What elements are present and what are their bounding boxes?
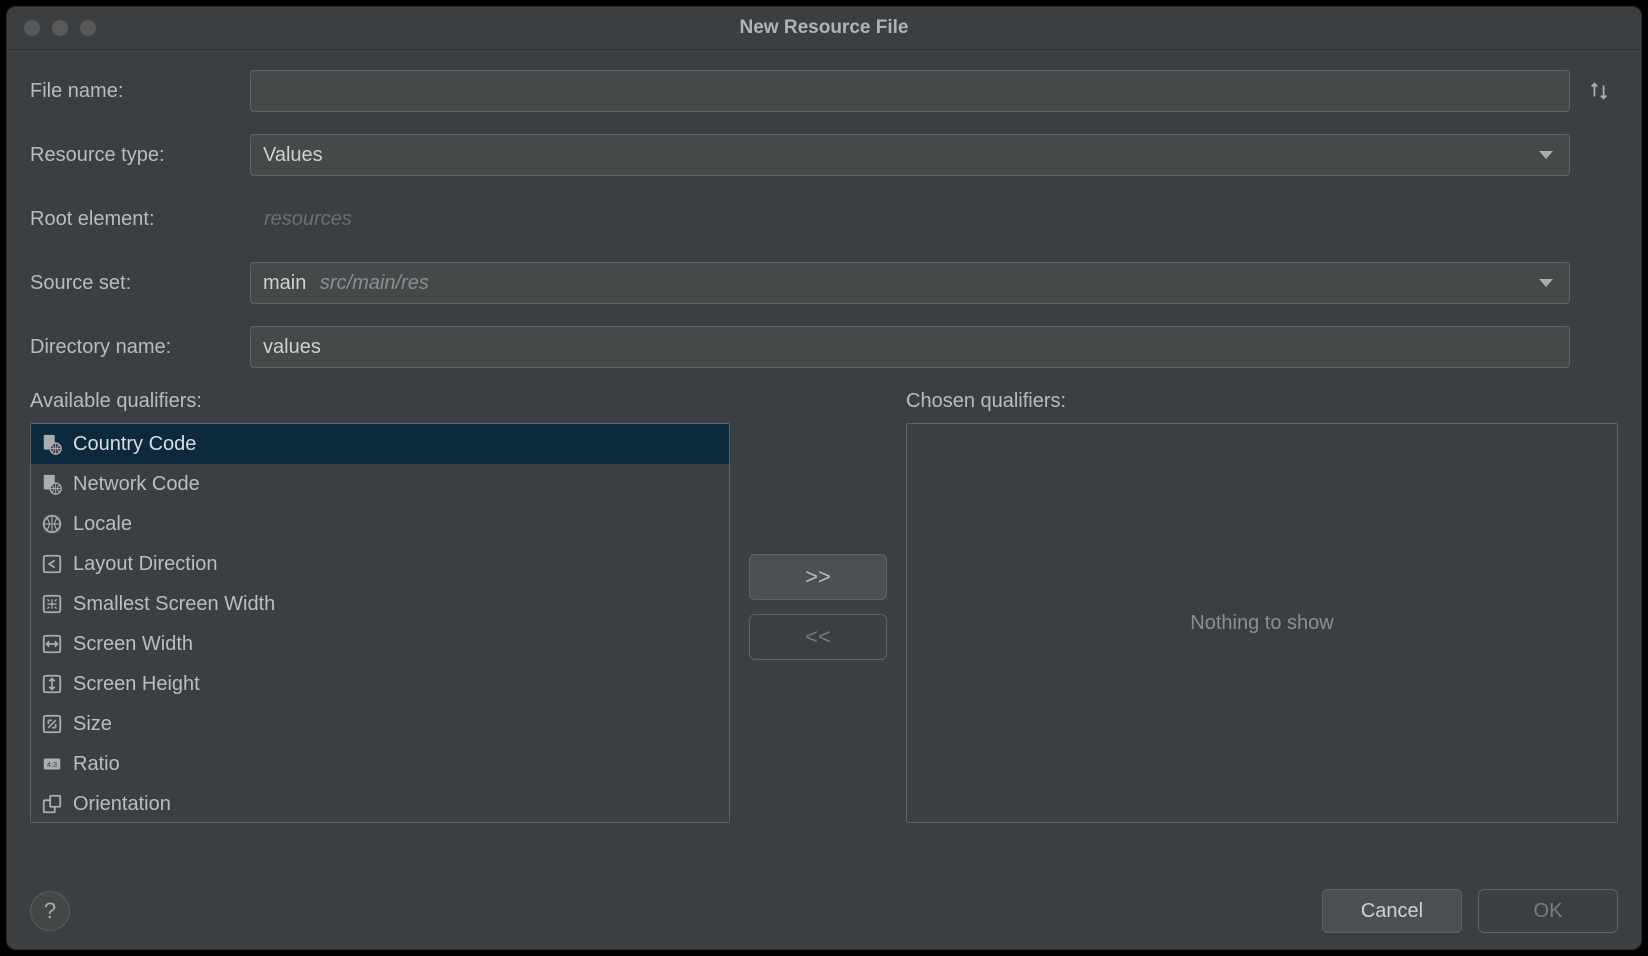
chevron-down-icon <box>1539 151 1553 159</box>
globe-doc-icon <box>41 433 63 455</box>
minimize-icon[interactable] <box>52 20 68 36</box>
close-icon[interactable] <box>24 20 40 36</box>
directory-name-label: Directory name: <box>30 336 250 359</box>
qualifier-item-label: Country Code <box>73 433 196 456</box>
qualifier-item-screen-width[interactable]: Screen Width <box>31 624 729 664</box>
zoom-icon[interactable] <box>80 20 96 36</box>
add-qualifier-button[interactable]: >> <box>749 554 887 600</box>
chevron-down-icon <box>1539 279 1553 287</box>
qualifier-item-orientation[interactable]: Orientation <box>31 784 729 823</box>
qualifier-move-buttons: >> << <box>748 390 888 823</box>
qualifier-item-country-code[interactable]: Country Code <box>31 424 729 464</box>
qualifier-item-label: Locale <box>73 513 132 536</box>
source-set-label: Source set: <box>30 272 250 295</box>
available-qualifiers-list[interactable]: Country Code Network Code Locale Layout Dir… <box>30 423 730 823</box>
source-set-main: main <box>263 272 306 294</box>
qualifiers-section: Available qualifiers: Country Code Networ… <box>30 390 1618 823</box>
directory-name-input[interactable] <box>263 327 1557 367</box>
qualifier-item-label: Screen Width <box>73 633 193 656</box>
qualifier-item-smallest-screen-width[interactable]: Smallest Screen Width <box>31 584 729 624</box>
qualifier-item-layout-direction[interactable]: Layout Direction <box>31 544 729 584</box>
arrows-v-icon <box>41 673 63 695</box>
arrows-out-icon <box>41 593 63 615</box>
cancel-button[interactable]: Cancel <box>1322 889 1462 933</box>
ok-button[interactable]: OK <box>1478 889 1618 933</box>
orientation-icon <box>41 793 63 815</box>
qualifier-item-size[interactable]: Size <box>31 704 729 744</box>
root-element-value: resources <box>264 208 352 231</box>
resource-type-label: Resource type: <box>30 144 250 167</box>
window-controls <box>24 20 96 36</box>
file-name-input[interactable] <box>263 71 1557 111</box>
file-name-field[interactable] <box>250 70 1570 112</box>
qualifier-item-locale[interactable]: Locale <box>31 504 729 544</box>
available-qualifiers-label: Available qualifiers: <box>30 390 730 413</box>
qualifier-item-label: Ratio <box>73 753 120 776</box>
qualifier-item-label: Network Code <box>73 473 200 496</box>
arrows-h-icon <box>41 633 63 655</box>
qualifier-item-label: Smallest Screen Width <box>73 593 275 616</box>
expand-icon <box>41 713 63 735</box>
source-set-select[interactable]: main src/main/res <box>250 262 1570 304</box>
dialog-footer: ? Cancel OK <box>6 872 1642 950</box>
qualifier-item-label: Size <box>73 713 112 736</box>
file-name-label: File name: <box>30 80 250 103</box>
globe-doc-icon <box>41 473 63 495</box>
qualifier-item-ratio[interactable]: 4:3 Ratio <box>31 744 729 784</box>
qualifier-item-network-code[interactable]: Network Code <box>31 464 729 504</box>
globe-icon <box>41 513 63 535</box>
sort-toggle-icon[interactable] <box>1580 80 1618 102</box>
title-bar: New Resource File <box>6 6 1642 50</box>
directory-name-field[interactable] <box>250 326 1570 368</box>
dialog-window: New Resource File File name: Resource ty… <box>6 6 1642 950</box>
root-element-label: Root element: <box>30 208 250 231</box>
dialog-title: New Resource File <box>740 17 909 39</box>
source-set-path: src/main/res <box>320 272 429 294</box>
arrow-left-box-icon <box>41 553 63 575</box>
resource-type-value: Values <box>263 144 323 167</box>
resource-type-select[interactable]: Values <box>250 134 1570 176</box>
qualifier-item-label: Layout Direction <box>73 553 218 576</box>
svg-text:4:3: 4:3 <box>47 760 57 769</box>
dialog-content: File name: Resource type: Values Root el… <box>6 50 1642 823</box>
qualifier-item-label: Orientation <box>73 793 171 816</box>
help-button[interactable]: ? <box>30 891 70 931</box>
chosen-qualifiers-label: Chosen qualifiers: <box>906 390 1618 413</box>
qualifier-item-screen-height[interactable]: Screen Height <box>31 664 729 704</box>
qualifier-item-label: Screen Height <box>73 673 200 696</box>
remove-qualifier-button[interactable]: << <box>749 614 887 660</box>
chosen-qualifiers-list[interactable]: Nothing to show <box>906 423 1618 823</box>
ratio-icon: 4:3 <box>41 753 63 775</box>
chosen-empty-text: Nothing to show <box>1190 612 1333 635</box>
